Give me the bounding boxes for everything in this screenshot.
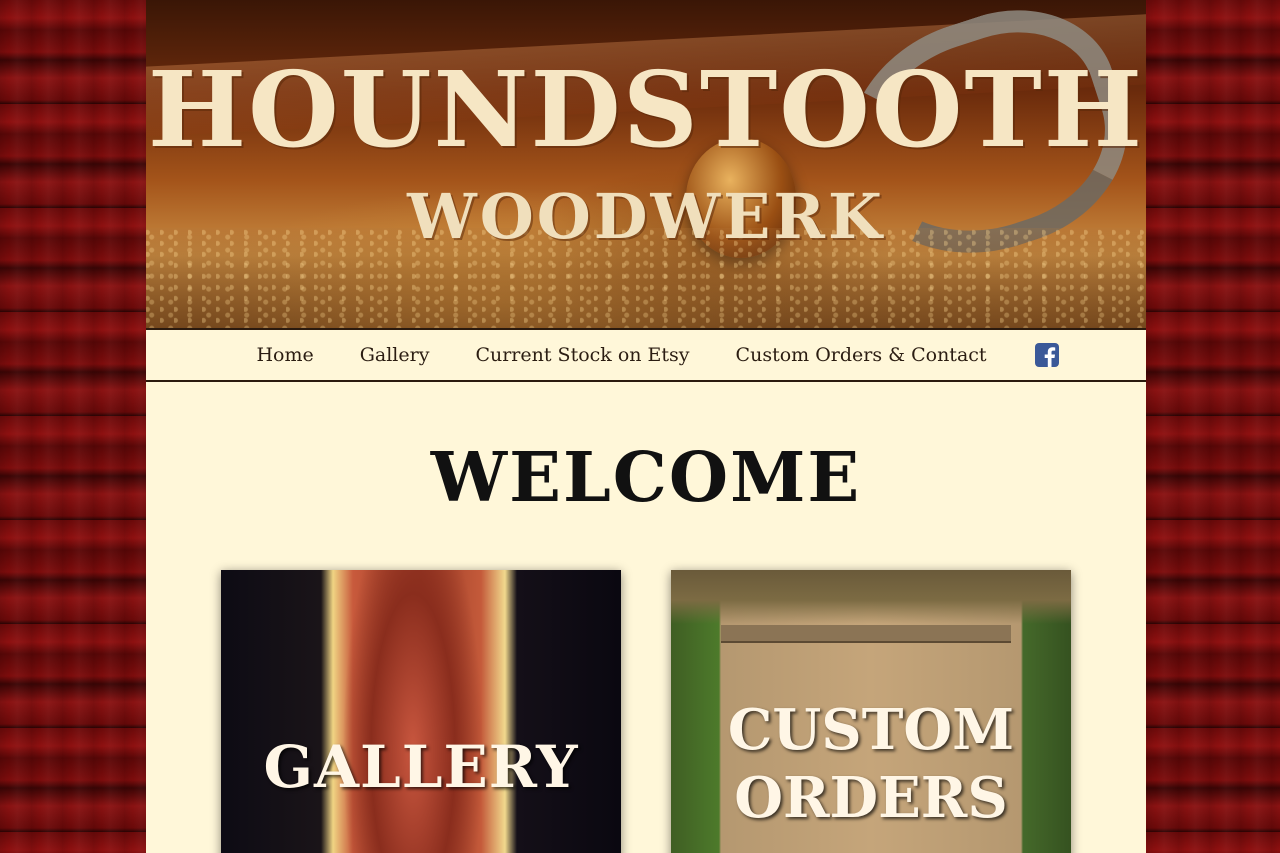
nav-gallery[interactable]: Gallery xyxy=(360,344,430,366)
feature-tiles: GALLERY CUSTOM ORDERS xyxy=(221,570,1071,853)
custom-orders-tile[interactable]: CUSTOM ORDERS xyxy=(671,570,1071,853)
custom-tile-board xyxy=(721,625,1011,643)
brand-title: HOUNDSTOOTH xyxy=(147,48,1145,171)
gallery-tile-label: GALLERY xyxy=(263,733,579,801)
gallery-tile[interactable]: GALLERY xyxy=(221,570,621,853)
nav-custom-orders-contact[interactable]: Custom Orders & Contact xyxy=(736,344,987,366)
nav-home[interactable]: Home xyxy=(256,344,313,366)
custom-tile-label-line2: ORDERS xyxy=(734,765,1008,831)
facebook-icon[interactable] xyxy=(1034,343,1059,367)
welcome-heading: WELCOME xyxy=(430,438,862,518)
nav-etsy-stock[interactable]: Current Stock on Etsy xyxy=(475,344,689,366)
custom-tile-label-line1: CUSTOM xyxy=(727,697,1015,763)
header-banner[interactable]: HOUNDSTOOTH WOODWERK xyxy=(146,0,1146,328)
main-nav: Home Gallery Current Stock on Etsy Custo… xyxy=(146,328,1146,382)
page-container: HOUNDSTOOTH WOODWERK Home Gallery Curren… xyxy=(146,0,1146,853)
brand-subtitle: WOODWERK xyxy=(407,180,885,253)
